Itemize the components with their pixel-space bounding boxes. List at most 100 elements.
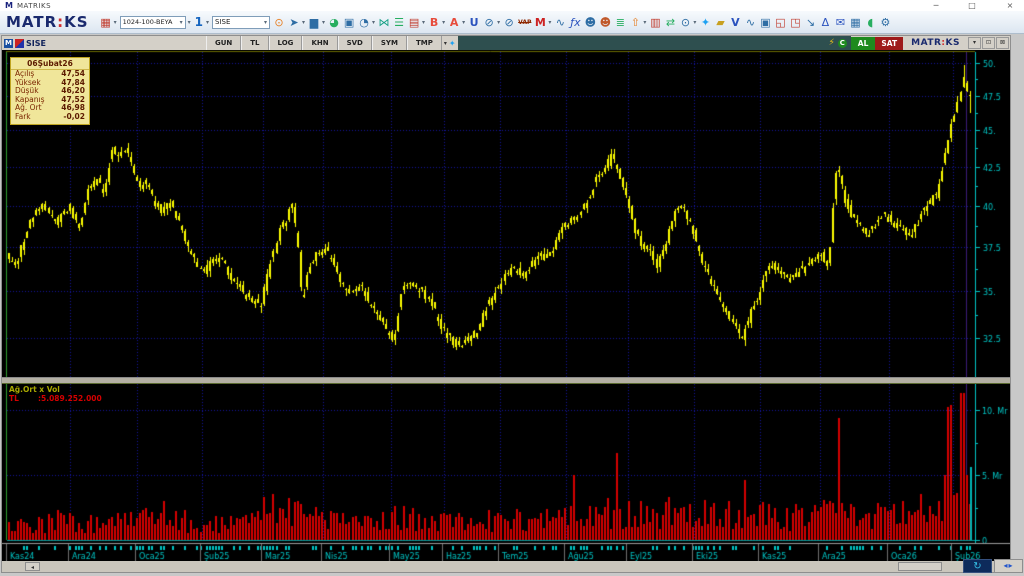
share-twitter-icon[interactable]: ✦ <box>449 39 456 48</box>
next-bar-icon: ▸ <box>1009 561 1014 570</box>
buy-button[interactable]: AL <box>851 37 876 50</box>
chart-m-icon: M <box>4 39 13 48</box>
bid-b-icon[interactable]: B <box>428 17 440 28</box>
chart-mode-button-sym[interactable]: SYM <box>372 36 407 50</box>
pane-splitter[interactable] <box>2 377 1010 384</box>
ask-a-icon-caret[interactable]: ▾ <box>462 19 465 26</box>
matriks-application-window: M MATRIKS ─ □ × MATR:KS ▦▾1024-100-BEYA▾… <box>0 0 1024 576</box>
chart-mode-button-tmp[interactable]: TMP <box>407 36 442 50</box>
chart-matriks-logo: MATR:KS <box>911 38 960 48</box>
people-icon[interactable]: ☻ <box>599 17 611 28</box>
window-collapse-icon[interactable]: ↘ <box>804 17 816 28</box>
documents-icon[interactable]: ▥ <box>649 17 661 28</box>
twitter-icon[interactable]: ✦ <box>699 17 711 28</box>
mail-icon[interactable]: ✉ <box>834 17 846 28</box>
toolbar-icon-strip: ▦▾1024-100-BEYA▾▾1▾SISE▾⊙➤▾▆▾◕▣◔▾⋈☰▤▾B▾A… <box>100 15 892 29</box>
news-icon[interactable]: ▤ <box>408 17 420 28</box>
restore-button[interactable]: □ <box>966 1 978 10</box>
monitor-icon[interactable]: ▣ <box>343 17 355 28</box>
chart-mode-button-khn[interactable]: KHN <box>302 36 337 50</box>
percent2-icon[interactable]: ⊘ <box>503 17 515 28</box>
chart-analysis-icon[interactable]: ∿ <box>744 17 756 28</box>
chart-header-filler: ⚡ C <box>458 36 851 50</box>
chart-dropdown-button[interactable]: ▾ <box>968 37 981 49</box>
period-caret-icon[interactable]: ▾ <box>206 19 209 26</box>
percent-icon[interactable]: ⊘ <box>483 17 495 28</box>
clock-icon-caret[interactable]: ▾ <box>372 19 375 26</box>
matriks-m-icon[interactable]: M <box>534 17 546 28</box>
chart-close-button[interactable]: ⊠ <box>996 37 1009 49</box>
window-resize-icon[interactable]: ◱ <box>774 17 786 28</box>
chart-symbol-label: SISE <box>26 39 46 48</box>
calculator-icon[interactable]: ▦ <box>849 17 861 28</box>
sell-button[interactable]: SAT <box>875 37 903 50</box>
window-resize2-icon[interactable]: ◳ <box>789 17 801 28</box>
symbol-flag-icon <box>15 39 24 48</box>
clock-icon[interactable]: ◔ <box>358 17 370 28</box>
bid-b-icon-caret[interactable]: ▾ <box>442 19 445 26</box>
pie-chart-icon[interactable]: ◕ <box>328 17 340 28</box>
fx-icon[interactable]: ƒx <box>569 17 581 28</box>
chevron-down-icon[interactable]: ▾ <box>444 40 447 47</box>
chart-restore-button[interactable]: ⊡ <box>982 37 995 49</box>
chart-mode-button-svd[interactable]: SVD <box>338 36 372 50</box>
signal-bars-icon[interactable]: ≣ <box>614 17 626 28</box>
depth-list-icon[interactable]: ☰ <box>393 17 405 28</box>
v-icon[interactable]: V <box>729 17 741 28</box>
volume-total-value: :5.089.252.000 <box>38 394 102 403</box>
symbol-combobox[interactable]: SISE▾ <box>212 16 270 29</box>
sync-icon[interactable]: ↻ <box>963 559 992 573</box>
save-icon[interactable]: ▦ <box>100 17 112 28</box>
app-m-logo-icon: M <box>5 1 13 10</box>
chart-mode-button-log[interactable]: LOG <box>269 36 303 50</box>
cursor-icon[interactable]: ➤ <box>288 17 300 28</box>
horizontal-scrollbar[interactable]: ◂ <box>2 561 1010 572</box>
volume-currency-label: TL <box>9 394 19 403</box>
search2-icon[interactable]: ⊙ <box>679 17 691 28</box>
save-icon-caret[interactable]: ▾ <box>114 19 117 26</box>
refresh-icon[interactable]: C <box>838 39 847 48</box>
vap-icon[interactable]: VAP <box>518 17 531 28</box>
matriks-m-icon-caret[interactable]: ▾ <box>548 19 551 26</box>
upload-box-icon-caret[interactable]: ▾ <box>643 19 646 26</box>
chart-mode-button-gun[interactable]: GUN <box>206 36 241 50</box>
minimize-button[interactable]: ─ <box>930 1 942 10</box>
chart-type-icon-caret[interactable]: ▾ <box>322 19 325 26</box>
period-select[interactable]: 1 <box>195 15 203 29</box>
ohlc-info-box: 06Şubat26 Açılış47,54Yüksek47,84Düşük46,… <box>10 57 90 125</box>
layout-caret-icon[interactable]: ▾ <box>188 19 191 26</box>
person-icon[interactable]: ☻ <box>584 17 596 28</box>
layout-select[interactable]: 1024-100-BEYA▾ <box>120 16 186 29</box>
monitor-alert-icon[interactable]: ▣ <box>759 17 771 28</box>
news-icon-caret[interactable]: ▾ <box>422 19 425 26</box>
currency-convert-icon[interactable]: ⇄ <box>664 17 676 28</box>
scroll-left-button[interactable]: ◂ <box>25 562 40 571</box>
chat-icon[interactable]: ◖ <box>864 17 876 28</box>
ask-a-icon[interactable]: A <box>448 17 460 28</box>
chart-type-icon[interactable]: ▆ <box>308 17 320 28</box>
search2-icon-caret[interactable]: ▾ <box>693 19 696 26</box>
folder-icon[interactable]: ▰ <box>714 17 726 28</box>
chart-window-header: M SISE GUNTLLOGKHNSVDSYMTMP ▾ ✦ ⚡ C AL S… <box>2 36 1010 50</box>
bar-navigation[interactable]: ◂▸ <box>994 559 1023 573</box>
main-toolbar: MATR:KS ▦▾1024-100-BEYA▾▾1▾SISE▾⊙➤▾▆▾◕▣◔… <box>0 11 1024 34</box>
handshake-icon[interactable]: ⋈ <box>378 17 390 28</box>
close-button[interactable]: × <box>1004 1 1016 10</box>
fast-order-lightning-icon[interactable]: ⚡ <box>828 38 834 48</box>
zoom-icon[interactable]: ⊙ <box>273 17 285 28</box>
settings-gears-icon[interactable]: ⚙ <box>879 17 891 28</box>
cursor-icon-caret[interactable]: ▾ <box>302 19 305 26</box>
scrollbar-thumb[interactable] <box>898 562 942 571</box>
window-titlebar: M MATRIKS ─ □ × <box>0 0 1024 11</box>
window-title: MATRIKS <box>17 2 51 10</box>
percent-icon-caret[interactable]: ▾ <box>497 19 500 26</box>
chart-canvas[interactable] <box>2 50 1010 561</box>
chart-header-buttons: GUNTLLOGKHNSVDSYMTMP <box>206 36 442 50</box>
chart-window-icon[interactable]: ∿ <box>554 17 566 28</box>
info-row: Fark-0,02 <box>11 113 89 122</box>
volume-pane-title: Ağ.Ort x Vol <box>9 385 60 394</box>
alarm-bell-icon[interactable]: Δ <box>819 17 831 28</box>
upload-box-icon[interactable]: ⇧ <box>629 17 641 28</box>
u-icon[interactable]: U <box>468 17 480 28</box>
chart-mode-button-tl[interactable]: TL <box>241 36 268 50</box>
